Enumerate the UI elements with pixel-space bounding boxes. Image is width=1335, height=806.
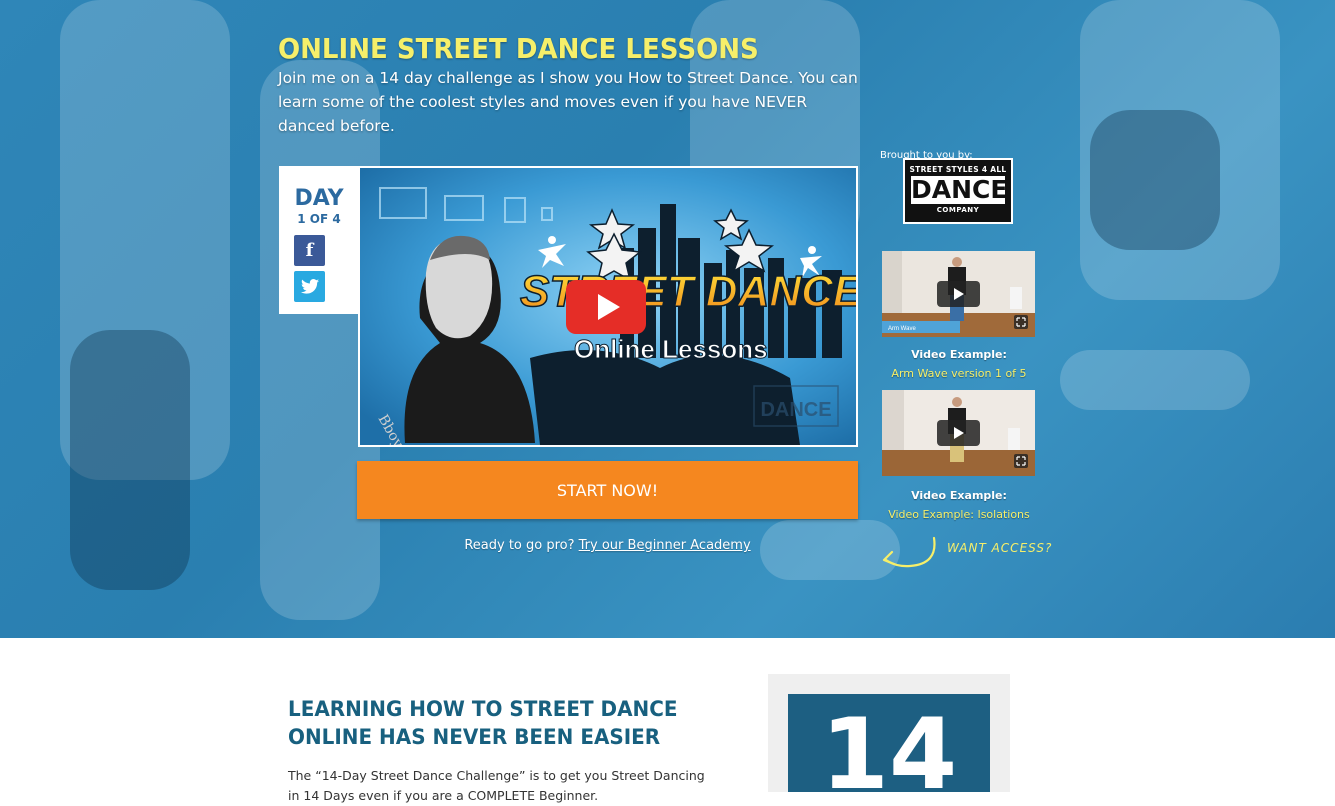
- video-example-caption: Video Example: Arm Wave version 1 of 5: [872, 345, 1046, 383]
- twitter-share-button[interactable]: [294, 271, 325, 302]
- background-dancer: [1090, 110, 1220, 250]
- main-video-player[interactable]: Bboy STREET DANCE Online Lessons DANCE: [358, 166, 858, 447]
- video-example-thumbnail[interactable]: [882, 390, 1035, 476]
- want-access-text: WANT ACCESS?: [947, 541, 1053, 555]
- video-thumbnail-image: Arm Wave: [882, 251, 1035, 337]
- pro-text: Ready to go pro?: [464, 538, 575, 553]
- pro-upsell-line: Ready to go pro? Try our Beginner Academ…: [357, 538, 858, 553]
- fourteen-day-badge: 14: [788, 694, 990, 792]
- video-thumbnail: Bboy STREET DANCE Online Lessons DANCE: [360, 168, 856, 445]
- video-title-line2: Online Lessons: [574, 334, 768, 364]
- svg-text:DANCE: DANCE: [760, 399, 831, 421]
- logo-bottom-text: COMPANY: [936, 206, 980, 214]
- video-thumbnail-image: [882, 390, 1035, 476]
- facebook-icon: f: [305, 240, 314, 261]
- page-title: ONLINE STREET DANCE LESSONS: [278, 32, 759, 65]
- play-icon[interactable]: [566, 280, 646, 334]
- beginner-academy-link[interactable]: Try our Beginner Academy: [579, 538, 751, 553]
- section-heading: LEARNING HOW TO STREET DANCE ONLINE HAS …: [288, 697, 678, 749]
- thumbnail-tag: Arm Wave: [888, 326, 916, 332]
- day-label: DAY: [294, 186, 344, 211]
- video-example-label: Video Example:: [911, 348, 1007, 361]
- twitter-icon: [300, 279, 319, 294]
- background-dancer: [70, 330, 190, 590]
- day-counter-box: DAY 1 OF 4 f: [279, 166, 359, 314]
- video-example-title[interactable]: Video Example: Isolations: [872, 505, 1046, 524]
- section-body-text: The “14-Day Street Dance Challenge” is t…: [288, 768, 705, 803]
- video-example-thumbnail[interactable]: Arm Wave: [882, 251, 1035, 337]
- hero-intro-text: Join me on a 14 day challenge as I show …: [278, 69, 858, 135]
- video-example-title[interactable]: Arm Wave version 1 of 5: [872, 364, 1046, 383]
- video-example-caption: Video Example: Video Example: Isolations: [872, 486, 1046, 524]
- hero-section: ONLINE STREET DANCE LESSONS Join me on a…: [0, 0, 1335, 638]
- arrow-icon: [882, 536, 936, 568]
- badge-number: 14: [820, 698, 958, 792]
- company-logo[interactable]: STREET STYLES 4 ALL DANCE COMPANY: [903, 158, 1013, 224]
- background-shoe: [1060, 350, 1250, 410]
- logo-main-text: DANCE: [911, 175, 1008, 204]
- video-example-label: Video Example:: [911, 489, 1007, 502]
- facebook-share-button[interactable]: f: [294, 235, 325, 266]
- day-count: 1 OF 4: [297, 212, 341, 226]
- challenge-panel: 14: [768, 674, 1010, 792]
- start-now-button[interactable]: START NOW!: [357, 461, 858, 519]
- logo-top-text: STREET STYLES 4 ALL: [909, 165, 1007, 174]
